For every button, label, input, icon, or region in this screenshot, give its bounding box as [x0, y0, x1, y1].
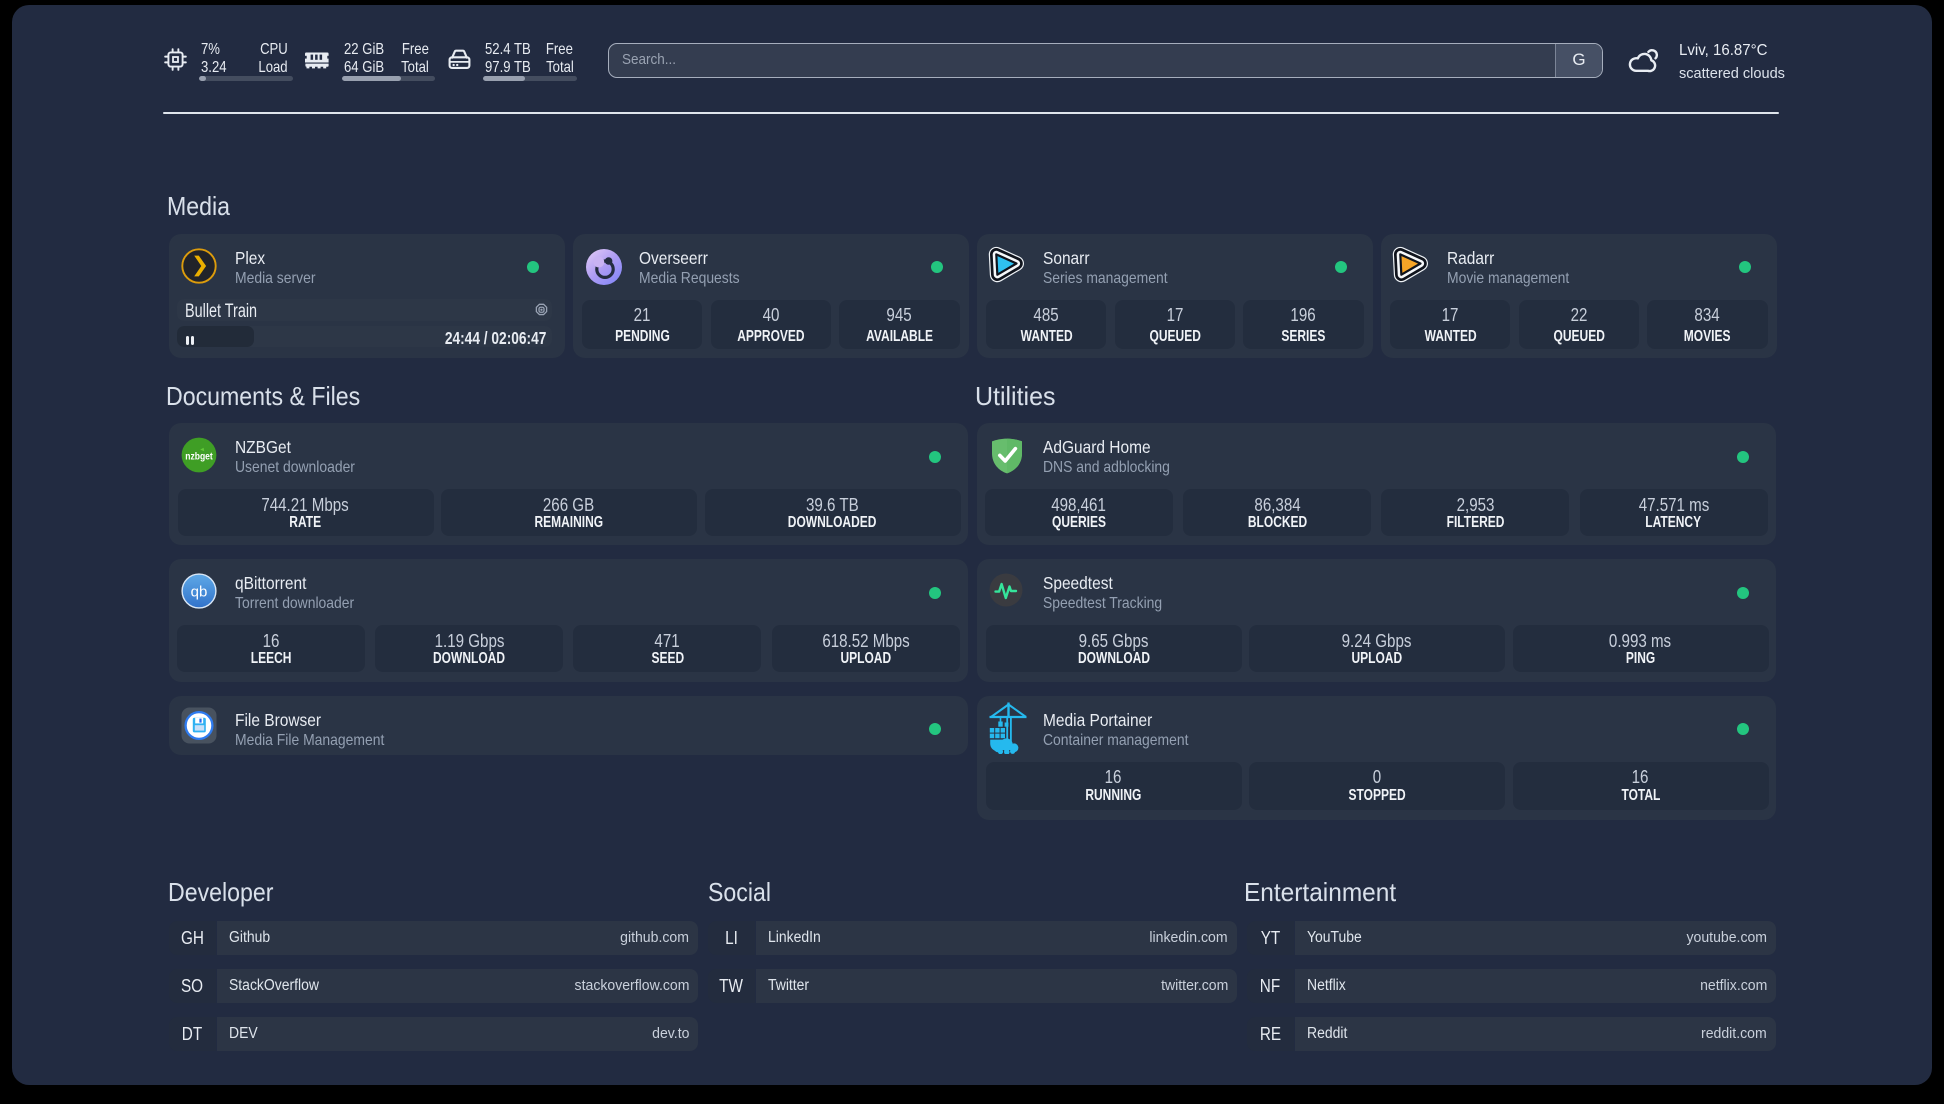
svg-text:nzbget: nzbget: [185, 450, 213, 462]
svg-text:qb: qb: [191, 583, 208, 600]
